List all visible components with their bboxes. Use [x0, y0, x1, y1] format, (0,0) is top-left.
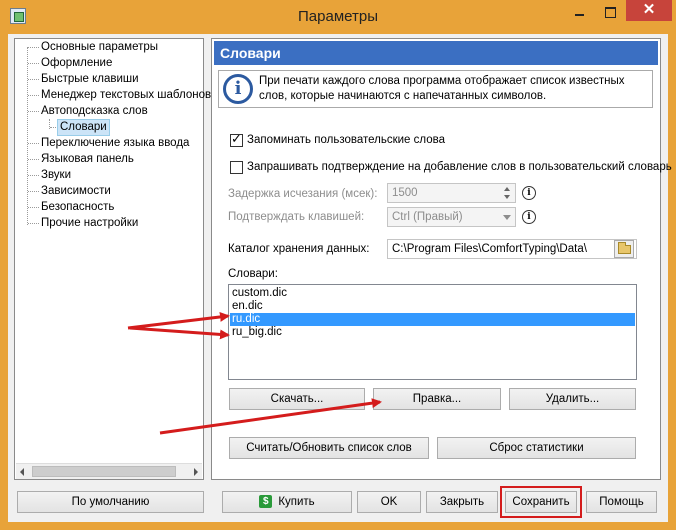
spin-up-icon[interactable] [504, 187, 510, 191]
tree-connector [50, 127, 58, 128]
chevron-down-icon[interactable] [503, 215, 511, 220]
confirm-add-label[interactable]: Запрашивать подтверждение на добавление … [247, 161, 672, 173]
tree-connector [28, 191, 39, 192]
close-button[interactable]: Закрыть [426, 491, 498, 513]
tree-connector [28, 95, 39, 96]
settings-window: Параметры ✕ Основные параметры Оформлени… [0, 0, 676, 530]
download-button[interactable]: Скачать... [229, 388, 365, 410]
tree-item-security[interactable]: Безопасность [41, 200, 114, 215]
confirm-add-checkbox[interactable] [230, 161, 243, 174]
tree-item-dependencies[interactable]: Зависимости [41, 184, 111, 199]
panel-title: Словари [214, 41, 658, 65]
minimize-button[interactable] [566, 2, 594, 22]
delete-button[interactable]: Удалить... [509, 388, 636, 410]
tree-horizontal-scrollbar[interactable] [16, 463, 202, 479]
tree-item-appearance[interactable]: Оформление [41, 56, 112, 71]
delay-help-icon[interactable]: i [522, 186, 536, 200]
confirm-key-help-icon[interactable]: i [522, 210, 536, 224]
list-item-selected[interactable]: ru.dic [230, 313, 635, 326]
confirm-key-value: Ctrl (Правый) [392, 211, 463, 223]
tree-line [27, 47, 28, 225]
title-bar[interactable]: Параметры ✕ [0, 0, 676, 34]
tree-connector [28, 111, 39, 112]
storage-label: Каталог хранения данных: [228, 243, 370, 255]
dictionaries-label: Словари: [228, 268, 278, 280]
tree-item-sounds[interactable]: Звуки [41, 168, 71, 183]
window-frame-bottom [0, 522, 676, 530]
tree-item-language-bar[interactable]: Языковая панель [41, 152, 134, 167]
list-item[interactable]: en.dic [230, 300, 635, 313]
delay-label: Задержка исчезания (мсек): [228, 188, 378, 200]
tree-connector [28, 159, 39, 160]
remember-words-label[interactable]: Запоминать пользовательские слова [247, 134, 445, 146]
info-box: i При печати каждого слова программа ото… [218, 70, 653, 108]
spin-down-icon[interactable] [504, 195, 510, 199]
buy-button-label: Купить [278, 496, 315, 508]
confirm-key-label: Подтверждать клавишей: [228, 211, 365, 223]
edit-button[interactable]: Правка... [373, 388, 501, 410]
tree-item-autocomplete[interactable]: Автоподсказка слов [41, 104, 148, 119]
storage-path-value: C:\Program Files\ComfortTyping\Data\ [392, 243, 587, 255]
refresh-words-button[interactable]: Считать/Обновить список слов [229, 437, 429, 459]
window-frame-right [668, 34, 676, 530]
close-window-button[interactable]: ✕ [626, 0, 672, 21]
list-item[interactable]: ru_big.dic [230, 326, 635, 339]
tree-connector [28, 79, 39, 80]
tree-item-dictionaries[interactable]: Словари [57, 119, 110, 136]
storage-path-input[interactable]: C:\Program Files\ComfortTyping\Data\ [387, 239, 637, 259]
tree-connector [28, 47, 39, 48]
ok-button[interactable]: OK [357, 491, 421, 513]
save-button[interactable]: Сохранить [505, 491, 577, 513]
info-text: При печати каждого слова программа отобр… [259, 75, 625, 102]
tree-connector [28, 223, 39, 224]
delay-value: 1500 [392, 187, 418, 199]
help-button[interactable]: Помощь [586, 491, 657, 513]
scroll-left-icon[interactable] [20, 468, 24, 476]
tree-item-basic[interactable]: Основные параметры [41, 40, 158, 55]
maximize-button[interactable] [596, 2, 624, 22]
list-item[interactable]: custom.dic [230, 287, 635, 300]
tree-item-hotkeys[interactable]: Быстрые клавиши [41, 72, 139, 87]
defaults-button[interactable]: По умолчанию [17, 491, 204, 513]
info-icon: i [223, 74, 253, 104]
tree-item-other[interactable]: Прочие настройки [41, 216, 138, 231]
confirm-key-select[interactable]: Ctrl (Правый) [387, 207, 516, 227]
scrollbar-thumb[interactable] [32, 466, 176, 477]
folder-icon [618, 242, 631, 254]
dictionaries-list[interactable]: custom.dic en.dic ru.dic ru_big.dic [228, 284, 637, 380]
window-frame-left [0, 34, 8, 530]
scroll-right-icon[interactable] [194, 468, 198, 476]
tree-connector [28, 175, 39, 176]
reset-stats-button[interactable]: Сброс статистики [437, 437, 636, 459]
dollar-icon: $ [259, 495, 273, 509]
tree-connector [28, 143, 39, 144]
browse-folder-button[interactable] [614, 240, 634, 258]
remember-words-checkbox[interactable] [230, 132, 243, 147]
buy-button[interactable]: $ Купить [222, 491, 352, 513]
tree-connector [28, 63, 39, 64]
tree-item-input-language[interactable]: Переключение языка ввода [41, 136, 189, 151]
tree-connector [28, 207, 39, 208]
delay-input[interactable]: 1500 [387, 183, 516, 203]
tree-item-templates[interactable]: Менеджер текстовых шаблонов [41, 88, 211, 103]
settings-tree[interactable]: Основные параметры Оформление Быстрые кл… [14, 38, 211, 480]
